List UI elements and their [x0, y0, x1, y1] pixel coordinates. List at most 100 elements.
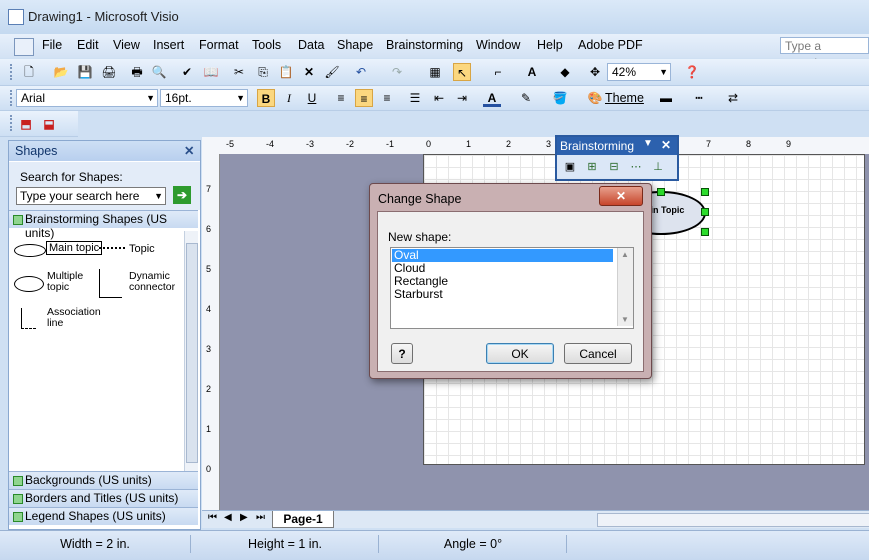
- paste-icon[interactable]: 📋: [277, 63, 295, 81]
- stamp-tool-icon[interactable]: ◆: [556, 63, 574, 81]
- horizontal-scrollbar[interactable]: [597, 513, 869, 527]
- bullets-icon[interactable]: ☰: [406, 89, 424, 107]
- new-icon[interactable]: 🗋: [20, 63, 38, 81]
- dynamic-connector-master-icon[interactable]: [99, 269, 122, 298]
- theme-button[interactable]: Theme: [605, 91, 644, 105]
- horizontal-ruler[interactable]: -5-4-3-2-10123456789: [202, 137, 869, 155]
- close-icon[interactable]: ✕: [599, 186, 643, 206]
- close-icon[interactable]: ✕: [661, 138, 671, 152]
- align-left-icon[interactable]: ≡: [332, 89, 350, 107]
- research-icon[interactable]: 📖: [202, 63, 220, 81]
- previous-page-icon[interactable]: ◀: [224, 512, 232, 523]
- connector-tool-icon[interactable]: ⌐: [489, 63, 507, 81]
- decrease-indent-icon[interactable]: ⇤: [430, 89, 448, 107]
- shapes-window-icon[interactable]: ▦: [426, 63, 444, 81]
- underline-button[interactable]: U: [303, 89, 321, 107]
- line-ends-icon[interactable]: ⇄: [724, 89, 742, 107]
- toolbar-grip[interactable]: [10, 64, 15, 80]
- search-input[interactable]: Type your search here ▼: [16, 187, 166, 205]
- vertical-ruler[interactable]: 7 6 5 4 3 2 1 0: [202, 154, 220, 510]
- save-icon[interactable]: 💾: [76, 63, 94, 81]
- format-painter-icon[interactable]: 🖌: [323, 63, 341, 81]
- copy-icon[interactable]: ⎘: [254, 63, 272, 81]
- menu-brainstorming[interactable]: Brainstorming: [386, 38, 463, 52]
- main-topic-master-icon[interactable]: [14, 244, 46, 257]
- option-starburst[interactable]: Starburst: [394, 288, 443, 301]
- open-icon[interactable]: 📂: [52, 63, 70, 81]
- add-topic-icon[interactable]: ▣: [561, 158, 579, 176]
- print-preview-icon[interactable]: 🔍: [150, 63, 168, 81]
- align-center-icon[interactable]: ≡: [355, 89, 373, 107]
- align-right-icon[interactable]: ≡: [378, 89, 396, 107]
- redo-icon[interactable]: ↷: [388, 63, 406, 81]
- theme-icon[interactable]: 🎨: [586, 89, 604, 107]
- visio-app-icon[interactable]: [8, 9, 24, 25]
- menu-adobe-pdf[interactable]: Adobe PDF: [578, 38, 643, 52]
- master-multiple-topic[interactable]: Multiple topic: [47, 271, 97, 293]
- menu-tools[interactable]: Tools: [252, 38, 281, 52]
- selection-handle[interactable]: [657, 188, 665, 196]
- chevron-down-icon[interactable]: ▼: [643, 138, 653, 149]
- first-page-icon[interactable]: ⏮: [208, 512, 217, 523]
- menu-shape[interactable]: Shape: [337, 38, 373, 52]
- listbox-scrollbar[interactable]: ▲ ▼: [617, 248, 633, 326]
- print-icon[interactable]: 🖶: [128, 63, 146, 81]
- selection-handle[interactable]: [701, 228, 709, 236]
- bold-button[interactable]: B: [257, 89, 275, 107]
- selection-handle[interactable]: [701, 208, 709, 216]
- selection-handle[interactable]: [701, 188, 709, 196]
- text-tool-icon[interactable]: A: [523, 63, 541, 81]
- close-icon[interactable]: ✕: [184, 143, 194, 158]
- font-size-dropdown[interactable]: 16pt. ▼: [160, 89, 248, 107]
- document-icon[interactable]: [14, 38, 34, 56]
- fill-color-icon[interactable]: 🪣: [551, 89, 569, 107]
- menu-help[interactable]: Help: [537, 38, 563, 52]
- zoom-dropdown[interactable]: 42% ▼: [607, 63, 671, 81]
- menu-edit[interactable]: Edit: [77, 38, 99, 52]
- font-color-icon[interactable]: A: [483, 89, 501, 107]
- brainstorming-toolbar-header[interactable]: Brainstorming ▼ ✕: [557, 137, 677, 155]
- ask-question-input[interactable]: Type a question: [780, 37, 869, 70]
- pdf-email-icon[interactable]: ⬓: [40, 115, 58, 133]
- menu-view[interactable]: View: [113, 38, 140, 52]
- horizontal-layout-icon[interactable]: ⋯: [627, 158, 645, 176]
- ok-button[interactable]: OK: [486, 343, 554, 364]
- line-pattern-icon[interactable]: ┅: [690, 89, 708, 107]
- increase-indent-icon[interactable]: ⇥: [453, 89, 471, 107]
- stencil-scrollbar[interactable]: [184, 231, 198, 471]
- scroll-down-icon[interactable]: ▼: [621, 315, 629, 324]
- shape-listbox[interactable]: Oval Cloud Rectangle Starburst ▲ ▼: [390, 247, 634, 329]
- add-subtopic-icon[interactable]: ⊞: [583, 158, 601, 176]
- last-page-icon[interactable]: ⏭: [256, 512, 265, 523]
- next-page-icon[interactable]: ▶: [240, 512, 248, 523]
- scroll-up-icon[interactable]: ▲: [621, 250, 629, 259]
- help-icon[interactable]: ❓: [683, 63, 701, 81]
- delete-icon[interactable]: ✕: [300, 63, 318, 81]
- stencil-backgrounds[interactable]: Backgrounds (US units): [9, 471, 198, 489]
- menu-insert[interactable]: Insert: [153, 38, 184, 52]
- add-multiple-subtopics-icon[interactable]: ⊟: [605, 158, 623, 176]
- association-line-master-icon[interactable]: [21, 308, 36, 329]
- chevron-down-icon[interactable]: ▼: [154, 188, 163, 204]
- menu-format[interactable]: Format: [199, 38, 239, 52]
- toolbar-grip[interactable]: [10, 115, 15, 131]
- line-color-icon[interactable]: ✎: [517, 89, 535, 107]
- font-name-dropdown[interactable]: Arial ▼: [16, 89, 158, 107]
- pointer-tool-icon[interactable]: ↖: [453, 63, 471, 81]
- master-main-topic[interactable]: Main topic: [46, 241, 103, 255]
- tree-layout-icon[interactable]: ⊥: [649, 158, 667, 176]
- master-topic[interactable]: Topic: [129, 243, 155, 255]
- tab-page-1[interactable]: Page-1: [272, 511, 334, 528]
- search-go-icon[interactable]: ➔: [173, 186, 191, 204]
- menu-file[interactable]: File: [42, 38, 62, 52]
- toolbar-grip[interactable]: [10, 90, 15, 106]
- permission-icon[interactable]: 🖨: [100, 63, 118, 81]
- cancel-button[interactable]: Cancel: [564, 343, 632, 364]
- spelling-icon[interactable]: ✔: [178, 63, 196, 81]
- menu-window[interactable]: Window: [476, 38, 520, 52]
- undo-icon[interactable]: ↶: [352, 63, 370, 81]
- help-button[interactable]: ?: [391, 343, 413, 364]
- master-association-line[interactable]: Association line: [47, 307, 105, 329]
- stencil-brainstorming[interactable]: Brainstorming Shapes (US units): [9, 210, 198, 240]
- master-dynamic-connector[interactable]: Dynamic connector: [129, 271, 189, 293]
